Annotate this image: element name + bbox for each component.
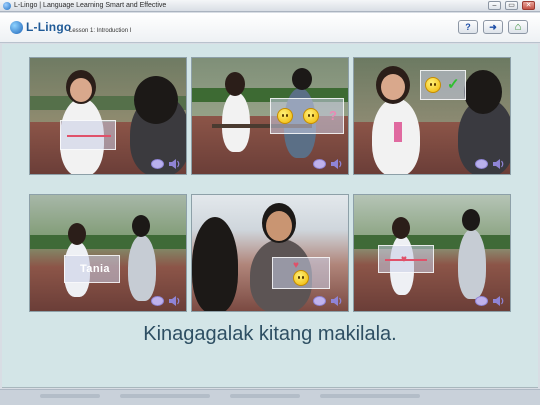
minimize-button[interactable]: –	[488, 1, 501, 10]
title-bar: L-Lingo | Language Learning Smart and Ef…	[0, 0, 540, 12]
scene-panel-4[interactable]: Tania	[29, 194, 187, 312]
name-tag-label: Tania	[80, 263, 110, 275]
status-bar	[0, 389, 540, 405]
gesture-overlay: ✓	[420, 70, 466, 100]
help-button[interactable]: ?	[458, 20, 478, 34]
speaker-icon[interactable]	[493, 296, 505, 306]
next-button[interactable]: ➜	[483, 20, 503, 34]
smiley-icon	[293, 270, 309, 286]
gesture-overlay: ?	[270, 98, 344, 134]
scene-panel-6[interactable]: ♥	[353, 194, 511, 312]
logo-text: L-Lingo	[26, 20, 72, 34]
scene-panel-5[interactable]: ♥	[191, 194, 349, 312]
replay-icon[interactable]	[151, 159, 164, 169]
smiley-icon	[425, 77, 441, 93]
app-logo-icon	[3, 2, 11, 10]
replay-icon[interactable]	[475, 159, 488, 169]
replay-icon[interactable]	[313, 159, 326, 169]
l-lingo-logo-icon	[10, 21, 23, 34]
help-icon: ?	[465, 21, 471, 32]
scene-panel-1[interactable]	[29, 57, 187, 175]
speaker-icon[interactable]	[493, 159, 505, 169]
app-window: L-Lingo | Language Learning Smart and Ef…	[0, 0, 540, 405]
app-header: L-Lingo Lesson 1: Introduction I ? ➜ ⌂	[0, 13, 540, 43]
home-button[interactable]: ⌂	[508, 20, 528, 34]
gesture-overlay: ♥	[272, 257, 330, 289]
window-title: L-Lingo | Language Learning Smart and Ef…	[14, 2, 167, 9]
smiley-icon	[303, 108, 319, 124]
lesson-title: Lesson 1: Introduction I	[69, 28, 132, 34]
name-tag-overlay: Tania	[64, 255, 120, 283]
checkmark-icon: ✓	[447, 76, 460, 93]
speaker-icon[interactable]	[169, 296, 181, 306]
maximize-button[interactable]: ▭	[505, 1, 518, 10]
speaker-icon[interactable]	[169, 159, 181, 169]
gesture-overlay: ♥	[378, 245, 434, 273]
replay-icon[interactable]	[475, 296, 488, 306]
scene-photo	[192, 195, 348, 311]
home-icon: ⌂	[514, 20, 522, 33]
question-mark-icon: ?	[329, 108, 337, 123]
next-arrow-icon: ➜	[489, 21, 497, 32]
gesture-overlay	[60, 120, 116, 150]
speaker-icon[interactable]	[331, 159, 343, 169]
scene-panel-3[interactable]: ✓	[353, 57, 511, 175]
lesson-sentence: Kinagagalak kitang makilala.	[143, 323, 397, 345]
heart-icon: ♥	[401, 254, 407, 265]
speaker-icon[interactable]	[331, 296, 343, 306]
scene-photo	[30, 195, 186, 311]
replay-icon[interactable]	[313, 296, 326, 306]
smiley-icon	[277, 108, 293, 124]
replay-icon[interactable]	[151, 296, 164, 306]
scene-photo	[30, 58, 186, 174]
close-button[interactable]: ✕	[522, 1, 535, 10]
scene-panel-2[interactable]: ?	[191, 57, 349, 175]
lesson-content: ? ✓ Tania ♥ ♥ Kinagagalak kitang makilal…	[2, 44, 538, 388]
